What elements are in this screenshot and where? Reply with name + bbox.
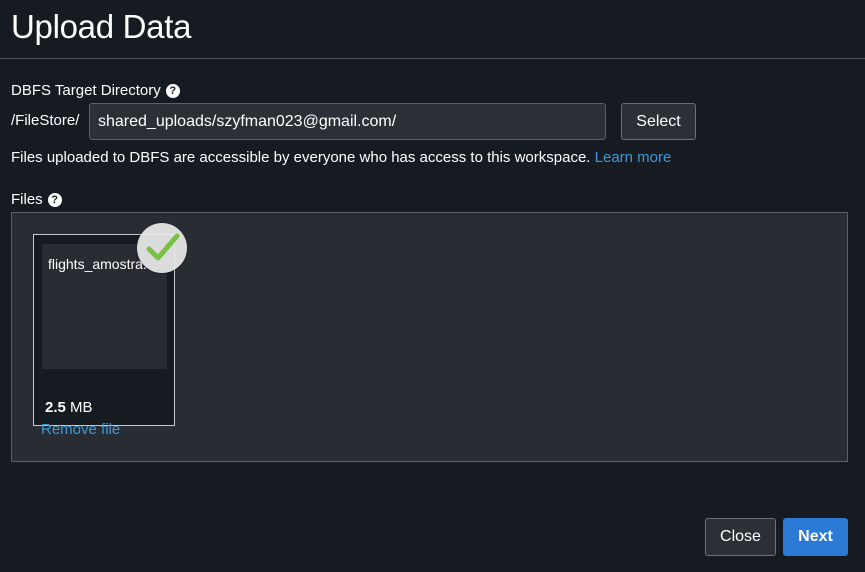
files-label: Files bbox=[11, 191, 43, 208]
close-button[interactable]: Close bbox=[705, 518, 776, 556]
check-icon bbox=[137, 223, 187, 273]
dialog-header: Upload Data bbox=[0, 0, 865, 59]
file-size-unit: MB bbox=[70, 399, 93, 416]
target-directory-label: DBFS Target Directory bbox=[11, 82, 161, 99]
select-button[interactable]: Select bbox=[621, 103, 696, 140]
file-size-value: 2.5 bbox=[45, 399, 66, 416]
question-circle-icon[interactable]: ? bbox=[47, 192, 62, 207]
next-button[interactable]: Next bbox=[783, 518, 848, 556]
upload-data-dialog: Upload Data DBFS Target Directory ? /Fil… bbox=[0, 0, 865, 572]
question-circle-icon[interactable]: ? bbox=[165, 83, 180, 98]
learn-more-link[interactable]: Learn more bbox=[595, 149, 672, 166]
directory-prefix: /FileStore/ bbox=[11, 112, 80, 129]
files-label-row: Files ? bbox=[11, 191, 62, 208]
file-size: 2.5 MB bbox=[45, 399, 93, 416]
page-title: Upload Data bbox=[11, 8, 192, 45]
remove-file-link[interactable]: Remove file bbox=[41, 421, 120, 438]
check-icon-graphic bbox=[146, 233, 180, 261]
target-directory-label-row: DBFS Target Directory ? bbox=[11, 82, 180, 99]
helptext-text: Files uploaded to DBFS are accessible by… bbox=[11, 149, 591, 166]
target-directory-input[interactable] bbox=[89, 103, 606, 140]
file-dropzone[interactable]: flights_amostra. 2.5 MB Remove file bbox=[11, 212, 848, 462]
dbfs-access-helptext: Files uploaded to DBFS are accessible by… bbox=[11, 149, 671, 166]
